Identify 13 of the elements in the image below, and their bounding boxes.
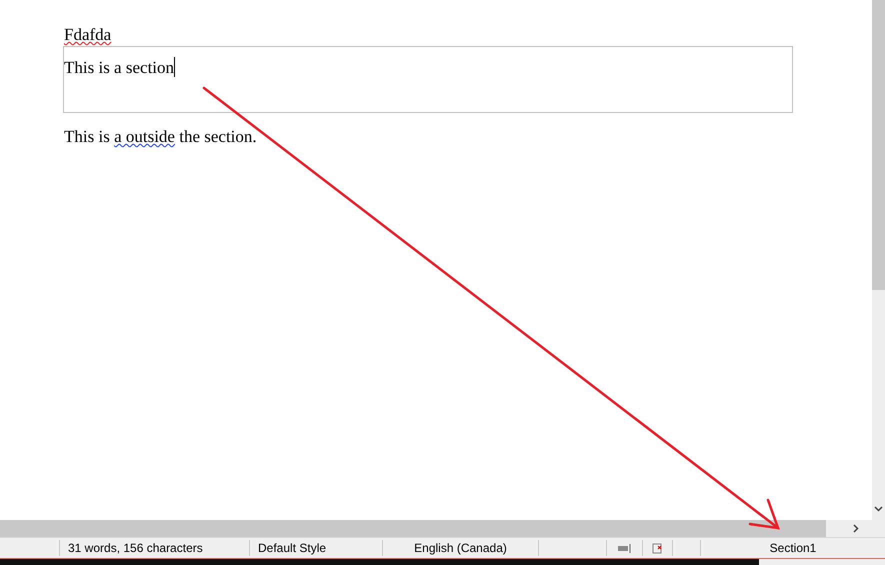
section-text: This is a section — [64, 58, 174, 77]
paragraph-text: This is a outside the section. — [64, 126, 258, 148]
document-modified-icon[interactable] — [652, 542, 663, 554]
vertical-scrollbar[interactable] — [872, 0, 885, 520]
page-style[interactable]: Default Style — [258, 540, 326, 556]
chevron-right-icon[interactable] — [852, 524, 858, 533]
document-heading: Fdafda — [64, 24, 112, 46]
scrollbar-thumb[interactable] — [872, 0, 885, 290]
word-count[interactable]: 31 words, 156 characters — [68, 540, 203, 556]
language[interactable]: English (Canada) — [414, 540, 507, 556]
chevron-down-icon[interactable] — [874, 506, 883, 512]
section-name[interactable]: Section1 — [770, 541, 816, 555]
insert-mode-icon[interactable] — [618, 544, 632, 552]
